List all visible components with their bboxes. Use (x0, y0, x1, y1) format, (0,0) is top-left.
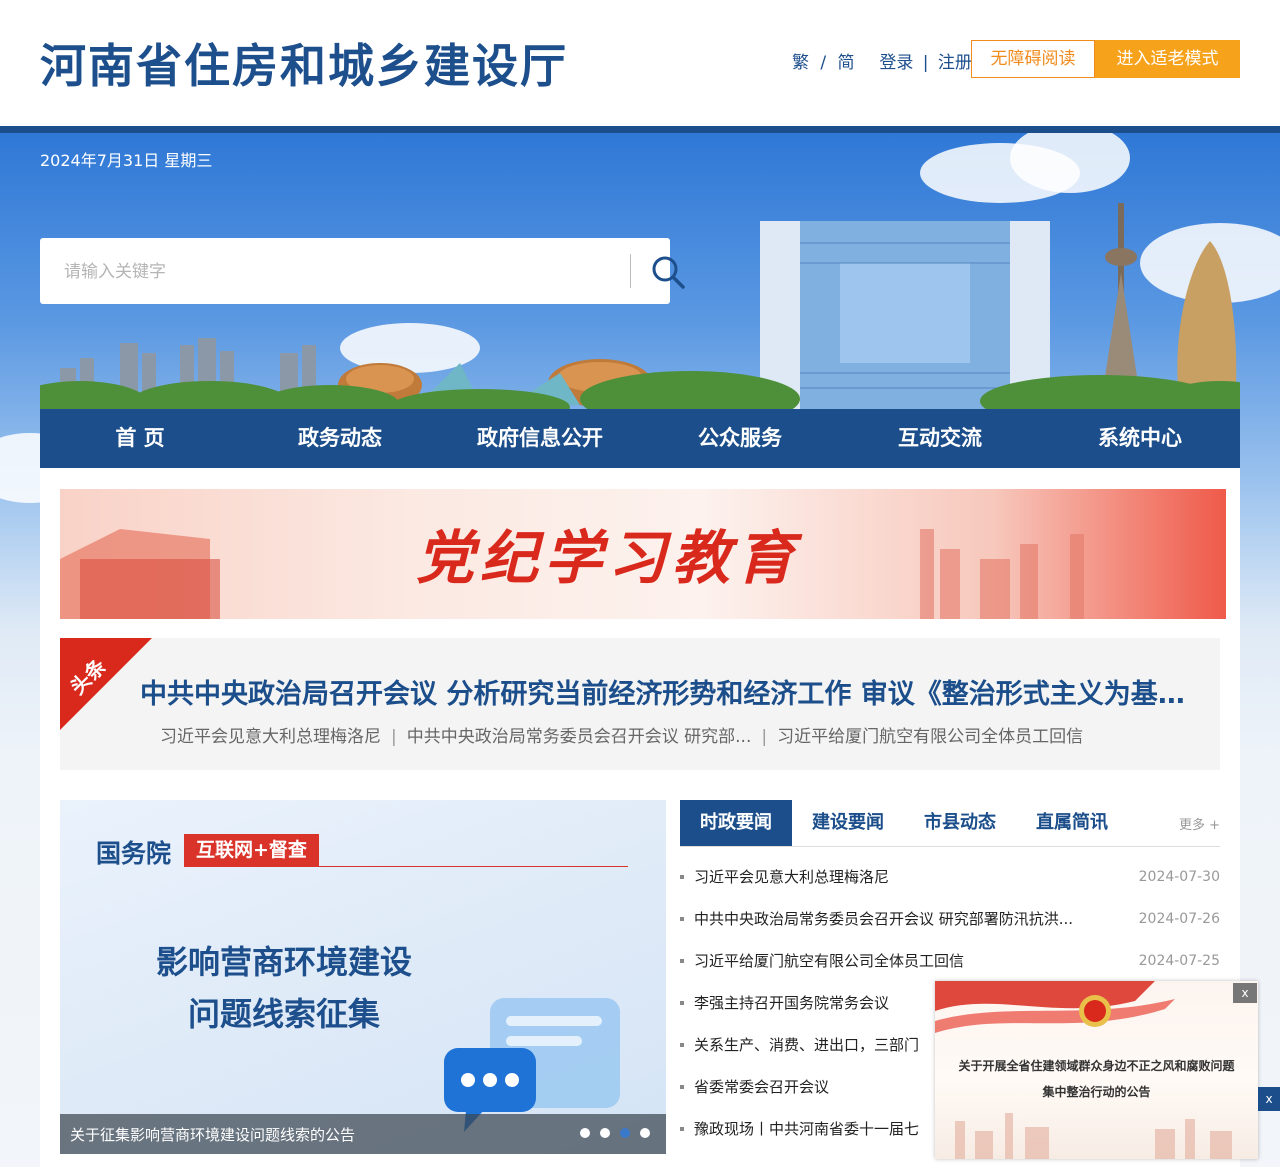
carousel-dot[interactable] (640, 1128, 650, 1138)
traditional-chinese-link[interactable]: 繁 (792, 53, 809, 73)
carousel-org-label: 国务院 (96, 839, 172, 868)
lang-separator: / (820, 53, 827, 73)
headline-section: 头条 中共中央政治局召开会议 分析研究当前经济形势和经济工作 审议《整治形式主义… (60, 638, 1220, 770)
carousel-dot-active[interactable] (620, 1128, 630, 1138)
news-title[interactable]: 习近平会见意大利总理梅洛尼 (694, 856, 1098, 898)
site-title: 河南省住房和城乡建设厅 (40, 39, 568, 93)
bullet-icon (680, 1085, 684, 1089)
login-link[interactable]: 登录 (879, 53, 913, 73)
nav-item-system-center[interactable]: 系统中心 (1040, 409, 1240, 468)
sub-separator: | (391, 727, 397, 747)
party-education-banner[interactable]: 党纪学习教育 (60, 489, 1226, 619)
elder-mode-button[interactable]: 进入适老模式 (1095, 40, 1240, 78)
bullet-icon (680, 1001, 684, 1005)
popup-close-button[interactable]: x (1233, 983, 1257, 1003)
carousel-dot[interactable] (580, 1128, 590, 1138)
carousel-headline-line: 问题线索征集 (187, 995, 380, 1033)
bullet-icon (680, 917, 684, 921)
nav-item-interaction[interactable]: 互动交流 (840, 409, 1040, 468)
top-links: 繁 / 简 登录 | 注册 (792, 48, 972, 73)
headline-sub-link[interactable]: 习近平给厦门航空有限公司全体员工回信 (777, 727, 1083, 747)
simplified-chinese-link[interactable]: 简 (838, 53, 855, 73)
search-box (40, 238, 685, 304)
header-divider (0, 126, 1280, 133)
carousel-caption-bar: 关于征集影响营商环境建设问题线索的公告 (60, 1114, 666, 1154)
list-item[interactable]: 习近平会见意大利总理梅洛尼 2024-07-30 (680, 856, 1220, 898)
sub-separator: | (761, 727, 768, 747)
party-banner-title: 党纪学习教育 (416, 524, 801, 592)
headline-sub-links: 习近平会见意大利总理梅洛尼 | 中共中央政治局常务委员会召开会议 研究部... | 习近… (160, 722, 1083, 747)
carousel-rule (184, 866, 628, 867)
news-date: 2024-07-26 (1138, 911, 1220, 927)
bullet-icon (680, 1043, 684, 1047)
nav-item-home[interactable]: 首 页 (40, 409, 240, 468)
bullet-icon (680, 1127, 684, 1131)
site-header: 河南省住房和城乡建设厅 繁 / 简 登录 | 注册 无障碍阅读 进入适老模式 (0, 0, 1280, 126)
nav-item-information-disclosure[interactable]: 政府信息公开 (440, 409, 640, 468)
tab-current-affairs[interactable]: 时政要闻 (680, 800, 792, 846)
search-divider (630, 254, 631, 288)
news-date: 2024-07-25 (1138, 953, 1220, 969)
main-nav: 首 页 政务动态 政府信息公开 公众服务 互动交流 系统中心 (40, 409, 1240, 468)
image-carousel[interactable]: 国务院 互联网+督查 影响营商环境建设 问题线索征集 关于征集影响营商环境建设问… (60, 800, 666, 1154)
popup-notice-text: 关于开展全省住建领域群众身边不正之风和腐败问题 集中整治行动的公告 (945, 1053, 1248, 1105)
bullet-icon (680, 959, 684, 963)
notice-popup[interactable]: 关于开展全省住建领域群众身边不正之风和腐败问题 集中整治行动的公告 (935, 981, 1258, 1159)
tab-city-county-news[interactable]: 市县动态 (904, 800, 1016, 846)
popup-line: 关于开展全省住建领域群众身边不正之风和腐败问题 (958, 1059, 1235, 1073)
headline-sub-link[interactable]: 中共中央政治局常务委员会召开会议 研究部... (407, 727, 752, 747)
nav-item-government-news[interactable]: 政务动态 (240, 409, 440, 468)
bullet-icon (680, 875, 684, 879)
tab-construction-news[interactable]: 建设要闻 (792, 800, 904, 846)
news-title[interactable]: 习近平给厦门航空有限公司全体员工回信 (694, 940, 1098, 982)
carousel-caption[interactable]: 关于征集影响营商环境建设问题线索的公告 (70, 1124, 355, 1145)
news-date: 2024-07-30 (1138, 869, 1220, 885)
popup-line: 集中整治行动的公告 (1042, 1085, 1151, 1099)
list-item[interactable]: 中共中央政治局常务委员会召开会议 研究部署防汛抗洪... 2024-07-26 (680, 898, 1220, 940)
search-input[interactable] (50, 248, 626, 296)
more-link[interactable]: 更多 + (1179, 814, 1220, 833)
news-title[interactable]: 中共中央政治局常务委员会召开会议 研究部署防汛抗洪... (694, 898, 1098, 940)
current-date: 2024年7月31日 星期三 (40, 151, 213, 170)
link-separator: | (922, 53, 929, 73)
tab-affiliated-briefs[interactable]: 直属简讯 (1016, 800, 1128, 846)
search-icon[interactable] (648, 252, 688, 292)
carousel-headline: 影响营商环境建设 问题线索征集 (124, 936, 444, 1040)
carousel-headline-line: 影响营商环境建设 (155, 943, 412, 981)
list-item[interactable]: 习近平给厦门航空有限公司全体员工回信 2024-07-25 (680, 940, 1220, 982)
headline-title[interactable]: 中共中央政治局召开会议 分析研究当前经济形势和经济工作 审议《整治形式主义为基层… (140, 672, 1200, 711)
side-float-close-button[interactable]: x (1258, 1087, 1280, 1111)
accessible-reading-button[interactable]: 无障碍阅读 (971, 40, 1095, 78)
headline-sub-link[interactable]: 习近平会见意大利总理梅洛尼 (160, 727, 381, 747)
news-tabs: 时政要闻 建设要闻 市县动态 直属简讯 更多 + (680, 800, 1220, 847)
carousel-dot[interactable] (600, 1128, 610, 1138)
nav-item-public-service[interactable]: 公众服务 (640, 409, 840, 468)
carousel-tag: 互联网+督查 (184, 834, 319, 866)
register-link[interactable]: 注册 (938, 53, 972, 73)
